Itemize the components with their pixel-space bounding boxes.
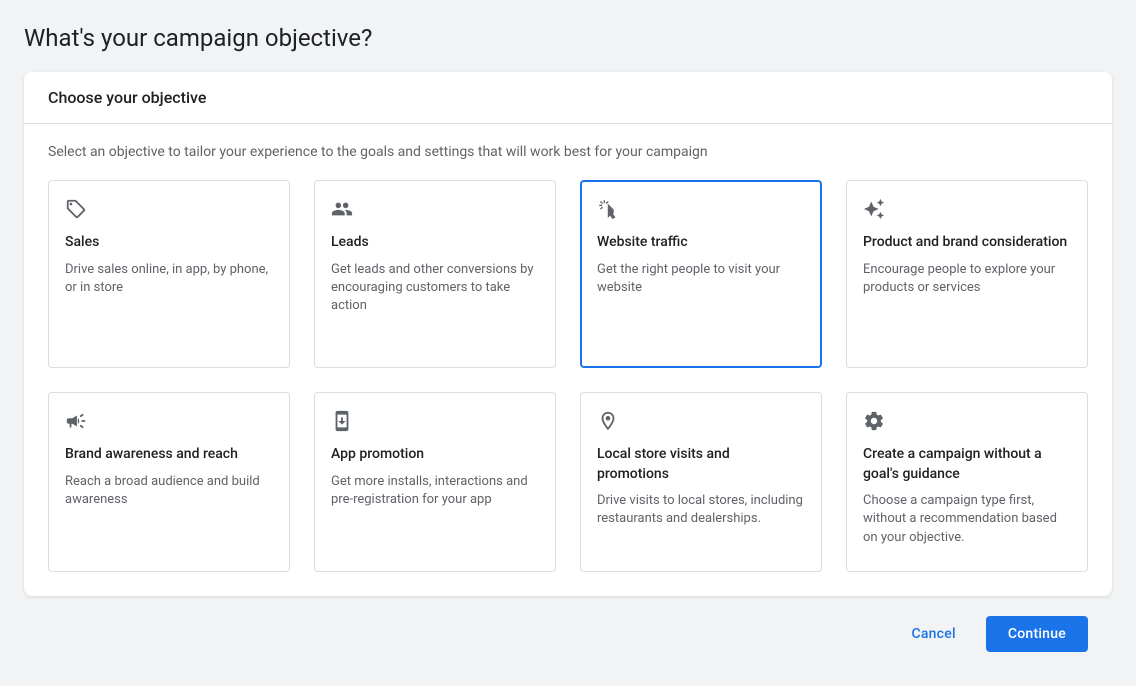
objective-no-goal[interactable]: Create a campaign without a goal's guida… — [846, 392, 1088, 572]
objective-desc: Reach a broad audience and build awarene… — [65, 473, 273, 509]
objective-desc: Get more installs, interactions and pre-… — [331, 473, 539, 509]
objective-title: Create a campaign without a goal's guida… — [863, 445, 1071, 484]
cancel-button[interactable]: Cancel — [889, 616, 977, 652]
card-header: Choose your objective — [24, 72, 1112, 124]
objective-desc: Choose a campaign type first, without a … — [863, 492, 1071, 547]
app-install-icon — [331, 409, 539, 433]
sparkle-icon — [863, 197, 1071, 221]
card-header-title: Choose your objective — [48, 88, 1088, 107]
objective-card-panel: Choose your objective Select an objectiv… — [24, 72, 1112, 596]
objective-grid: Sales Drive sales online, in app, by pho… — [48, 180, 1088, 572]
footer-actions: Cancel Continue — [24, 596, 1112, 662]
gear-icon — [863, 409, 1071, 433]
objective-app-promotion[interactable]: App promotion Get more installs, interac… — [314, 392, 556, 572]
tag-icon — [65, 197, 273, 221]
continue-button[interactable]: Continue — [986, 616, 1088, 652]
objective-desc: Encourage people to explore your product… — [863, 261, 1071, 297]
objective-website-traffic[interactable]: Website traffic Get the right people to … — [580, 180, 822, 368]
objective-title: Leads — [331, 233, 539, 253]
objective-title: App promotion — [331, 445, 539, 465]
megaphone-icon — [65, 409, 273, 433]
objective-sales[interactable]: Sales Drive sales online, in app, by pho… — [48, 180, 290, 368]
location-pin-icon — [597, 409, 805, 433]
cursor-click-icon — [597, 197, 805, 221]
objective-title: Local store visits and promotions — [597, 445, 805, 484]
objective-local-store[interactable]: Local store visits and promotions Drive … — [580, 392, 822, 572]
instruction-text: Select an objective to tailor your exper… — [48, 144, 1088, 160]
objective-desc: Drive sales online, in app, by phone, or… — [65, 261, 273, 297]
page-title: What's your campaign objective? — [24, 24, 1112, 52]
objective-desc: Drive visits to local stores, including … — [597, 492, 805, 528]
objective-leads[interactable]: Leads Get leads and other conversions by… — [314, 180, 556, 368]
people-icon — [331, 197, 539, 221]
objective-brand-awareness[interactable]: Brand awareness and reach Reach a broad … — [48, 392, 290, 572]
objective-desc: Get leads and other conversions by encou… — [331, 261, 539, 316]
objective-desc: Get the right people to visit your websi… — [597, 261, 805, 297]
objective-product-brand[interactable]: Product and brand consideration Encourag… — [846, 180, 1088, 368]
objective-title: Website traffic — [597, 233, 805, 253]
objective-title: Sales — [65, 233, 273, 253]
objective-title: Product and brand consideration — [863, 233, 1071, 253]
objective-title: Brand awareness and reach — [65, 445, 273, 465]
